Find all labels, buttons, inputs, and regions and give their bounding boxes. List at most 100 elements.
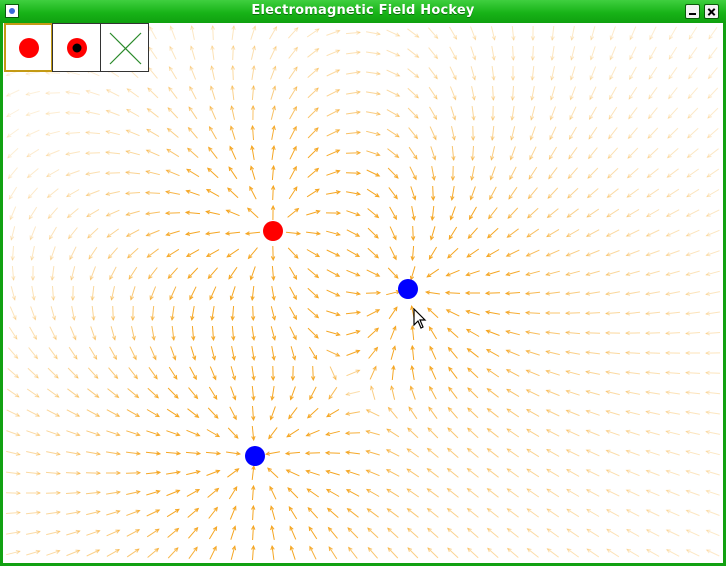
- field-arrow: [506, 508, 519, 518]
- field-arrow: [667, 107, 679, 120]
- field-arrow: [386, 527, 399, 539]
- field-arrow: [8, 186, 18, 200]
- field-arrow: [127, 388, 140, 399]
- field-arrow: [486, 488, 499, 498]
- field-arrow: [607, 147, 619, 160]
- field-arrow: [124, 191, 141, 196]
- delete-tool[interactable]: [100, 23, 149, 72]
- field-arrow: [126, 451, 142, 456]
- field-arrow: [326, 169, 341, 176]
- field-arrow: [545, 449, 560, 457]
- field-arrow: [568, 147, 578, 160]
- field-arrow: [325, 430, 340, 436]
- field-arrow: [205, 210, 220, 215]
- field-arrow: [47, 207, 58, 220]
- field-arrow: [366, 169, 381, 177]
- field-arrow: [528, 166, 538, 180]
- field-arrow: [545, 249, 560, 257]
- field-arrow: [708, 27, 718, 40]
- field-arrow: [306, 231, 322, 236]
- field-arrow: [386, 488, 400, 498]
- field-arrow: [527, 187, 538, 200]
- field-arrow: [410, 344, 415, 361]
- field-arrow: [124, 170, 141, 175]
- field-arrow: [164, 190, 180, 195]
- field-arrow: [67, 388, 80, 398]
- field-arrow: [191, 325, 196, 342]
- field-arrow: [146, 248, 159, 258]
- field-arrow: [584, 291, 600, 296]
- field-arrow: [346, 191, 362, 196]
- positive-charge[interactable]: [263, 221, 283, 241]
- field-arrow: [407, 28, 420, 38]
- field-arrow: [486, 467, 499, 478]
- field-canvas[interactable]: [3, 23, 723, 563]
- close-button[interactable]: [704, 4, 719, 19]
- field-arrow: [545, 468, 560, 478]
- field-arrow: [486, 527, 499, 538]
- negative-charge-2[interactable]: [245, 446, 265, 466]
- title-bar[interactable]: Electromagnetic Field Hockey: [0, 0, 726, 23]
- field-arrow: [467, 367, 479, 379]
- field-arrow: [5, 89, 20, 97]
- field-arrow: [666, 148, 679, 159]
- field-arrow: [10, 226, 16, 241]
- field-arrow: [190, 306, 195, 322]
- positive-charge-tool[interactable]: [4, 23, 53, 72]
- red-ring-black-dot-icon: [67, 38, 87, 58]
- field-arrow: [529, 126, 536, 141]
- field-arrow: [649, 46, 657, 61]
- minimize-button[interactable]: [685, 4, 700, 19]
- field-arrow: [204, 231, 220, 236]
- puck-tool[interactable]: [52, 23, 101, 72]
- field-arrow: [449, 26, 458, 40]
- field-arrow: [168, 366, 178, 380]
- field-arrow: [644, 370, 661, 375]
- field-arrow: [407, 107, 419, 119]
- field-arrow: [429, 126, 437, 141]
- field-arrow: [706, 168, 720, 178]
- field-arrow: [48, 226, 57, 240]
- field-arrow: [451, 126, 456, 141]
- field-arrow: [427, 427, 439, 439]
- field-arrow: [526, 547, 539, 558]
- field-arrow: [665, 209, 680, 217]
- field-arrow: [406, 488, 419, 498]
- field-arrow: [8, 347, 19, 360]
- field-arrow: [411, 206, 416, 222]
- field-arrow: [704, 331, 721, 336]
- field-arrow: [166, 127, 179, 138]
- field-arrow: [51, 285, 56, 302]
- field-arrow: [107, 388, 120, 399]
- field-arrow: [705, 270, 720, 277]
- field-arrow: [271, 346, 276, 362]
- field-arrow: [187, 267, 199, 279]
- field-arrow: [167, 267, 178, 280]
- field-arrow: [345, 390, 360, 396]
- field-arrow: [684, 410, 700, 415]
- field-arrow: [48, 347, 58, 360]
- field-arrow: [106, 430, 121, 437]
- field-arrow: [664, 291, 680, 296]
- field-arrow: [209, 545, 217, 560]
- field-arrow: [326, 29, 341, 36]
- field-area[interactable]: [3, 23, 723, 563]
- field-arrow: [530, 66, 535, 82]
- field-arrow: [7, 167, 18, 180]
- field-arrow: [584, 311, 601, 316]
- field-arrow: [86, 451, 102, 456]
- field-arrow: [290, 346, 297, 361]
- field-arrow: [645, 469, 660, 476]
- field-arrow: [86, 529, 101, 536]
- field-arrow: [270, 105, 276, 120]
- field-arrow: [508, 186, 518, 200]
- field-arrow: [70, 266, 76, 281]
- field-arrow: [684, 291, 700, 296]
- field-arrow: [149, 25, 157, 40]
- field-arrow: [668, 46, 678, 60]
- field-arrow: [408, 127, 419, 140]
- field-arrow: [326, 408, 340, 418]
- field-arrow: [649, 26, 657, 41]
- negative-charge-1[interactable]: [398, 279, 418, 299]
- field-arrow: [286, 428, 300, 438]
